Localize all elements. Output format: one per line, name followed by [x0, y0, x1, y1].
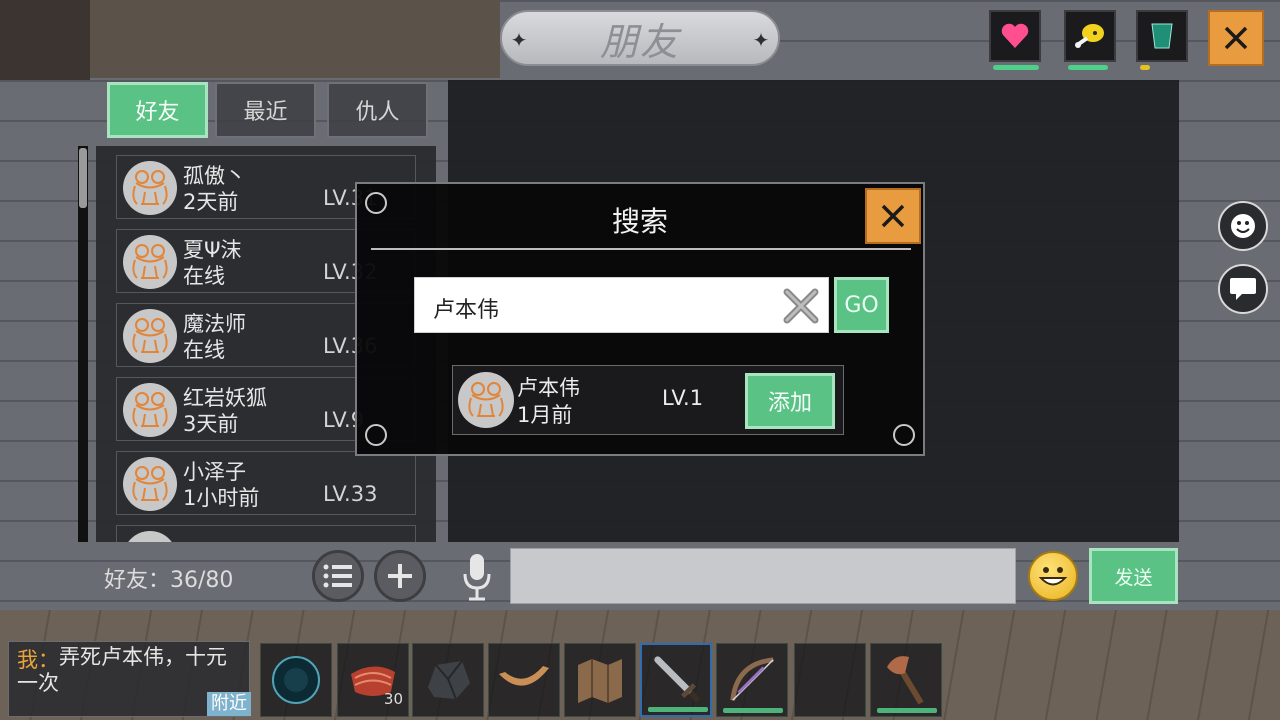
ornament-icon: ✦ [752, 28, 770, 52]
scroll-thumb[interactable] [79, 148, 87, 208]
boat-icon [497, 652, 551, 708]
friend-status: 1小时前 [183, 486, 260, 510]
smiley-face-icon [1231, 214, 1255, 238]
emote-button[interactable] [1218, 201, 1268, 251]
tab-recent[interactable]: 最近 [215, 82, 316, 138]
friend-list-scrollbar[interactable] [78, 146, 88, 542]
avatar [123, 457, 177, 511]
add-friend-button[interactable] [374, 550, 426, 602]
chat-speaker: 我： [17, 648, 59, 672]
friend-status: 在线 [183, 338, 225, 362]
sword-icon [650, 653, 702, 707]
chat-bubble-icon [1230, 278, 1256, 300]
frog-icon [468, 382, 504, 417]
avatar [123, 383, 177, 437]
result-level: LV.1 [662, 386, 704, 410]
ornament-icon: ✦ [510, 28, 528, 52]
thirst-bar [1140, 65, 1150, 70]
health-bar [993, 65, 1039, 70]
search-input[interactable]: 卢本伟 [414, 277, 829, 333]
avatar [123, 531, 177, 542]
friend-row[interactable]: 小泽子 1小时前 LV.33 [116, 451, 416, 515]
avatar [458, 372, 514, 428]
frog-icon [132, 466, 168, 501]
thirst-stat [1136, 10, 1188, 70]
go-button[interactable]: GO [834, 277, 889, 333]
hotbar-slot[interactable] [564, 643, 636, 717]
search-dialog-title: 搜索 [611, 205, 668, 238]
avatar [123, 309, 177, 363]
friend-status: 在线 [183, 264, 225, 288]
friend-level: LV.33 [323, 482, 378, 506]
close-search-button[interactable] [865, 188, 921, 244]
drumstick-icon [1066, 12, 1114, 60]
frog-icon [132, 170, 168, 205]
durability-bar [877, 708, 937, 713]
frog-icon [132, 244, 168, 279]
heart-icon [991, 12, 1039, 60]
world-wall [90, 0, 500, 78]
map-icon [573, 652, 627, 708]
bow-icon [725, 652, 779, 708]
health-stat [989, 10, 1041, 70]
close-icon [881, 204, 905, 228]
hotbar-slot-selected[interactable] [640, 643, 712, 717]
clear-search-button[interactable] [781, 286, 821, 326]
axe-icon [879, 652, 933, 708]
stone-icon [421, 652, 475, 708]
tab-enemies[interactable]: 仇人 [327, 82, 428, 138]
microphone-icon [463, 554, 491, 601]
water-cup-icon [1138, 12, 1186, 60]
hunger-stat [1064, 10, 1116, 70]
page-title: 朋友 [599, 19, 680, 64]
clear-icon [783, 288, 819, 324]
add-friend-result-button[interactable]: 添加 [745, 373, 835, 429]
divider [371, 248, 911, 250]
corner-ornament [365, 424, 387, 446]
smiley-icon [1038, 567, 1068, 586]
chat-input[interactable] [510, 548, 1016, 604]
world-wall [0, 0, 90, 80]
friend-status: 2天前 [183, 190, 239, 214]
friend-row[interactable] [116, 525, 416, 542]
search-query: 卢本伟 [433, 298, 500, 323]
microphone-button[interactable] [460, 552, 494, 602]
list-icon [323, 564, 352, 588]
emoji-button[interactable] [1028, 551, 1078, 601]
avatar [123, 161, 177, 215]
hotbar-slot[interactable]: 30 [337, 643, 409, 717]
result-name: 卢本伟 [517, 376, 580, 400]
hotbar-slot[interactable] [488, 643, 560, 717]
corner-ornament [893, 424, 915, 446]
durability-bar [648, 707, 708, 712]
page-title-banner: ✦ 朋友 ✦ [500, 10, 780, 66]
friend-menu-button[interactable] [312, 550, 364, 602]
hotbar-slot[interactable] [870, 643, 942, 717]
hotbar-slot[interactable] [412, 643, 484, 717]
tab-friends[interactable]: 好友 [107, 82, 208, 138]
item-count: 30 [383, 690, 403, 708]
chat-log[interactable]: 弄死卢本伟，十元一次 我： 附近 [8, 641, 251, 717]
hotbar-slot-empty[interactable] [794, 643, 866, 717]
plus-icon [388, 564, 412, 588]
result-last-online: 1月前 [517, 403, 573, 427]
friend-status: 3天前 [183, 412, 239, 436]
hotbar-slot[interactable] [716, 643, 788, 717]
frog-icon [132, 392, 168, 427]
friend-count: 好友：36/80 [104, 568, 234, 593]
avatar [123, 235, 177, 289]
channel-badge[interactable]: 附近 [207, 692, 251, 716]
hunger-bar [1068, 65, 1108, 70]
close-icon [1224, 26, 1248, 50]
close-friends-button[interactable] [1208, 10, 1264, 66]
send-button[interactable]: 发送 [1089, 548, 1178, 604]
dark-orb-icon [269, 652, 323, 708]
search-result-row: 卢本伟 1月前 LV.1 添加 [452, 365, 844, 435]
hotbar-slot[interactable] [260, 643, 332, 717]
frog-icon [132, 318, 168, 353]
durability-bar [723, 708, 783, 713]
chat-bubble-button[interactable] [1218, 264, 1268, 314]
search-dialog: 搜索 卢本伟 GO 卢本伟 1月前 LV.1 添加 [355, 182, 925, 456]
